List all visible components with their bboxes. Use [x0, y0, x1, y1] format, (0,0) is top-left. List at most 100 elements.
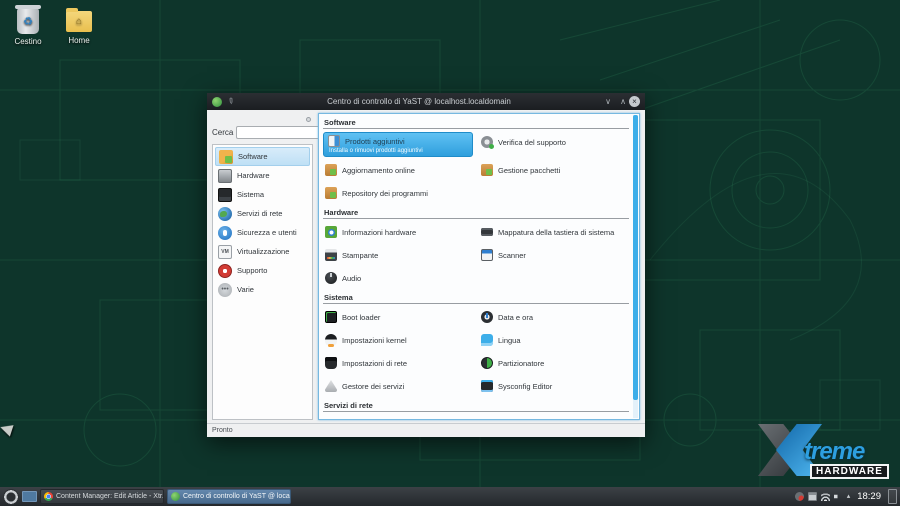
category-sidebar: Cerca Software Hardware Sistema Servizi …	[212, 113, 313, 420]
repositories-icon	[325, 187, 337, 199]
recycle-glyph: ♻	[23, 15, 33, 28]
module-nomi-host[interactable]: Nomi host	[323, 415, 473, 420]
module-panel: Software Prodotti aggiuntivi Installa o …	[318, 113, 640, 420]
module-label: Impostazioni kernel	[342, 336, 407, 345]
wifi-tray-icon[interactable]	[821, 492, 830, 501]
close-button[interactable]: ×	[629, 96, 640, 107]
module-label: Prodotti aggiuntivi	[345, 137, 405, 146]
module-ldap-e-kerberos[interactable]: LDAP e Kerberos	[479, 415, 629, 420]
module-partizionatore[interactable]: Partizionatore	[479, 353, 629, 373]
yast-app-icon	[212, 97, 222, 107]
section-header-software: Software	[323, 115, 629, 129]
module-label: Gestione pacchetti	[498, 166, 560, 175]
sidebar-item-software[interactable]: Software	[215, 147, 310, 166]
sidebar-item-label: Sicurezza e utenti	[237, 228, 297, 237]
services-manager-icon	[325, 380, 337, 392]
show-desktop-button[interactable]	[888, 489, 897, 504]
module-label: Partizionatore	[498, 359, 544, 368]
sidebar-item-label: Hardware	[237, 171, 270, 180]
task-yast-control-center[interactable]: Centro di controllo di YaST @ local...	[167, 489, 291, 504]
bootloader-icon	[325, 311, 337, 323]
section-header-hardware: Hardware	[323, 205, 629, 219]
sidebar-item-label: Sistema	[237, 190, 264, 199]
maximize-button[interactable]: ∧	[617, 97, 629, 106]
module-boot-loader[interactable]: Boot loader	[323, 307, 473, 327]
module-label: Mappatura della tastiera di sistema	[498, 228, 614, 237]
pin-icon[interactable]: ✎	[225, 96, 236, 107]
module-gestione-pacchetti[interactable]: Gestione pacchetti	[479, 160, 629, 180]
tray-expand-caret-icon[interactable]: ▴	[847, 492, 851, 501]
module-mappatura-tastiera[interactable]: Mappatura della tastiera di sistema	[479, 222, 629, 242]
module-repository-dei-programmi[interactable]: Repository dei programmi	[323, 183, 473, 203]
sidebar-item-sistema[interactable]: Sistema	[215, 185, 310, 204]
lifebuoy-icon	[218, 264, 232, 278]
module-informazioni-hardware[interactable]: Informazioni hardware	[323, 222, 473, 242]
app-launcher-button[interactable]	[3, 489, 19, 505]
display-tray-icon[interactable]	[808, 492, 817, 501]
module-label: Boot loader	[342, 313, 380, 322]
module-stampante[interactable]: Stampante	[323, 245, 473, 265]
package-manager-icon	[481, 164, 493, 176]
search-label: Cerca	[212, 128, 233, 137]
sidebar-item-varie[interactable]: •••Varie	[215, 280, 310, 299]
module-gestore-dei-servizi[interactable]: Gestore dei servizi	[323, 376, 473, 396]
home-glyph: ⌂	[76, 16, 82, 27]
scrollbar-thumb[interactable]	[633, 115, 638, 400]
module-sysconfig-editor[interactable]: Sysconfig Editor	[479, 376, 629, 396]
mouse-cursor	[0, 421, 14, 436]
module-scanner[interactable]: Scanner	[479, 245, 629, 265]
window-title: Centro di controllo di YaST @ localhost.…	[239, 97, 599, 106]
desktop-icon-home[interactable]: ⌂ Home	[53, 8, 105, 45]
module-label: Sysconfig Editor	[498, 382, 552, 391]
panel-scrollbar[interactable]	[633, 115, 638, 418]
task-label: Centro di controllo di YaST @ local...	[183, 493, 291, 500]
module-label: Repository dei programmi	[342, 189, 428, 198]
section-header-sistema: Sistema	[323, 290, 629, 304]
virtual-desktop-pager[interactable]	[22, 491, 37, 502]
module-data-e-ora[interactable]: Data e ora	[479, 307, 629, 327]
task-label: Content Manager: Edit Article - Xtr...	[56, 493, 164, 500]
hardware-icon	[218, 169, 232, 183]
status-text: Pronto	[212, 427, 233, 434]
sidebar-item-label: Software	[238, 152, 268, 161]
sidebar-item-label: Varie	[237, 285, 254, 294]
module-verifica-del-supporto[interactable]: Verifica del supporto	[479, 132, 629, 152]
watermark-hardware-text: HARDWARE	[810, 464, 889, 479]
module-prodotti-aggiuntivi[interactable]: Prodotti aggiuntivi Installa o rimuovi p…	[323, 132, 473, 157]
software-icon	[219, 150, 233, 164]
category-list: Software Hardware Sistema Servizi di ret…	[212, 144, 313, 420]
partitioner-icon	[481, 357, 493, 369]
module-label: Audio	[342, 274, 361, 283]
gear-icon[interactable]	[306, 117, 311, 122]
vm-icon: VM	[218, 245, 232, 259]
clock[interactable]: 18:29	[853, 491, 885, 502]
sidebar-item-virtualizzazione[interactable]: VMVirtualizzazione	[215, 242, 310, 261]
sidebar-item-label: Servizi di rete	[237, 209, 282, 218]
software-update-tray-icon[interactable]	[795, 492, 804, 501]
desktop-icon-trash[interactable]: ♻ Cestino	[2, 8, 54, 46]
minimize-button[interactable]: ∨	[602, 97, 614, 106]
online-update-icon	[325, 164, 337, 176]
xtreme-hardware-watermark: treme HARDWARE	[758, 422, 894, 482]
sidebar-item-servizi-di-rete[interactable]: Servizi di rete	[215, 204, 310, 223]
sidebar-item-supporto[interactable]: Supporto	[215, 261, 310, 280]
home-folder-icon: ⌂	[66, 11, 92, 32]
module-label: Gestore dei servizi	[342, 382, 404, 391]
status-bar: Pronto	[207, 423, 645, 437]
module-label: Stampante	[342, 251, 378, 260]
volume-tray-icon[interactable]	[834, 492, 843, 501]
sidebar-item-sicurezza-e-utenti[interactable]: Sicurezza e utenti	[215, 223, 310, 242]
module-impostazioni-kernel[interactable]: Impostazioni kernel	[323, 330, 473, 350]
globe-icon	[218, 207, 232, 221]
sidebar-item-hardware[interactable]: Hardware	[215, 166, 310, 185]
module-audio[interactable]: Audio	[323, 268, 473, 288]
task-content-manager[interactable]: Content Manager: Edit Article - Xtr...	[40, 489, 164, 504]
printer-icon	[325, 249, 337, 261]
module-label: Data e ora	[498, 313, 533, 322]
module-impostazioni-di-rete[interactable]: Impostazioni di rete	[323, 353, 473, 373]
keyboard-icon	[481, 228, 493, 236]
window-titlebar[interactable]: ✎ Centro di controllo di YaST @ localhos…	[207, 93, 645, 110]
module-aggiornamento-online[interactable]: Aggiornamento online	[323, 160, 473, 180]
module-lingua[interactable]: Lingua	[479, 330, 629, 350]
system-terminal-icon	[218, 188, 232, 202]
